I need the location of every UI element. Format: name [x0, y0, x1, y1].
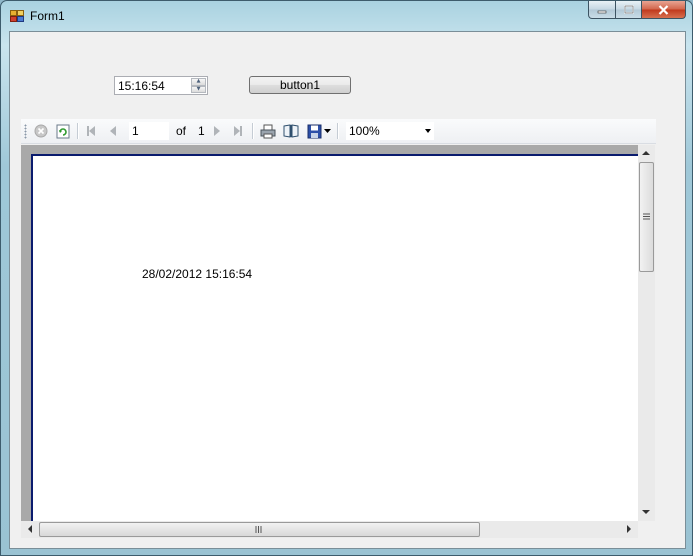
zoom-select[interactable]: 100% — [346, 122, 434, 140]
thumb-grip-icon — [643, 213, 650, 220]
minimize-button[interactable] — [588, 1, 616, 19]
refresh-button[interactable] — [55, 123, 71, 139]
form-client-area: 15:16:54 ▲ ▼ button1 of 1 — [9, 31, 686, 549]
horizontal-scroll-thumb[interactable] — [39, 522, 480, 537]
scrollbar-corner — [638, 521, 655, 538]
first-page-icon — [87, 126, 95, 136]
save-button[interactable] — [306, 123, 332, 139]
dropdown-icon[interactable] — [324, 128, 331, 134]
save-icon — [307, 124, 322, 138]
report-page: 28/02/2012 15:16:54 — [31, 154, 641, 538]
previous-page-button[interactable] — [105, 123, 121, 139]
button1[interactable]: button1 — [249, 76, 351, 94]
close-icon — [658, 4, 669, 15]
vertical-scrollbar[interactable] — [638, 145, 655, 521]
current-page-input[interactable] — [129, 122, 169, 140]
print-button[interactable] — [259, 123, 277, 139]
report-timestamp: 28/02/2012 15:16:54 — [142, 267, 253, 281]
toolbar-separator — [252, 123, 254, 139]
app-window: Form1 15:16:54 ▲ ▼ button1 1 of 1 100% 2… — [0, 0, 693, 556]
time-spinner[interactable]: ▲ ▼ — [191, 78, 206, 93]
stop-button[interactable] — [33, 123, 49, 139]
minimize-icon — [597, 10, 607, 13]
spin-up-icon[interactable]: ▲ — [191, 78, 206, 86]
toolbar-separator — [77, 123, 79, 139]
zoom-dropdown-icon[interactable] — [425, 129, 431, 133]
maximize-icon — [623, 5, 634, 14]
toolbar-grip[interactable] — [24, 124, 27, 139]
time-picker[interactable]: 15:16:54 ▲ ▼ — [114, 76, 208, 95]
thumb-grip-icon — [255, 526, 262, 533]
scroll-up-icon[interactable] — [642, 150, 650, 156]
refresh-icon — [56, 124, 70, 138]
time-value[interactable]: 15:16:54 — [118, 79, 165, 93]
spin-down-icon[interactable]: ▼ — [191, 85, 206, 93]
window-title: Form1 — [30, 9, 65, 23]
zoom-value: 100% — [349, 124, 380, 138]
previous-page-icon — [110, 126, 116, 136]
next-page-button[interactable] — [209, 123, 225, 139]
of-label: of — [176, 124, 187, 138]
scroll-left-icon[interactable] — [27, 525, 33, 533]
print-layout-button[interactable] — [282, 123, 300, 139]
stop-icon — [34, 124, 48, 138]
close-button[interactable] — [642, 1, 686, 19]
first-page-button[interactable] — [83, 123, 99, 139]
scroll-down-icon[interactable] — [642, 509, 650, 515]
last-page-button[interactable] — [230, 123, 246, 139]
total-pages: 1 — [198, 124, 205, 138]
report-viewer-area: 28/02/2012 15:16:54 — [21, 145, 655, 538]
horizontal-scrollbar[interactable] — [21, 521, 638, 538]
last-page-icon — [234, 126, 242, 136]
next-page-icon — [214, 126, 220, 136]
print-layout-icon — [283, 124, 299, 138]
print-icon — [260, 124, 276, 138]
maximize-button[interactable] — [616, 1, 642, 19]
title-bar[interactable]: Form1 — [1, 1, 692, 31]
caption-buttons — [588, 1, 686, 21]
report-viewer-toolbar: of 1 100% — [21, 119, 656, 144]
toolbar-separator — [337, 123, 339, 139]
scroll-right-icon[interactable] — [626, 525, 632, 533]
vertical-scroll-thumb[interactable] — [639, 162, 654, 272]
app-form-icon — [10, 10, 24, 22]
